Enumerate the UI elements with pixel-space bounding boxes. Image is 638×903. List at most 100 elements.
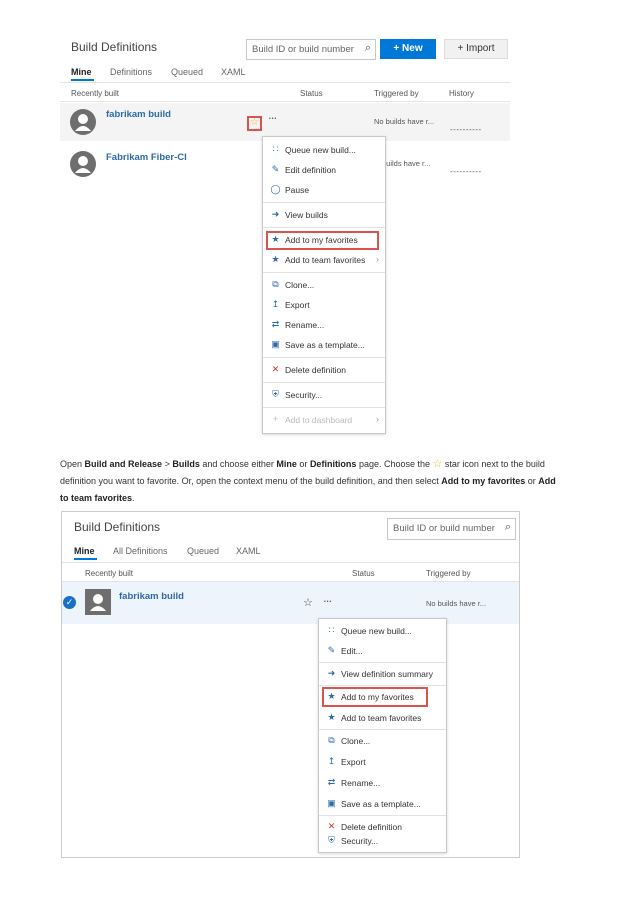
- text: or: [296, 459, 310, 469]
- menu-item-edit-definition[interactable]: ✎ Edit definition: [263, 160, 385, 180]
- menu-label: Queue new build...: [341, 626, 412, 636]
- menu-separator: [263, 382, 385, 383]
- menu-separator: [263, 227, 385, 228]
- text: .: [132, 493, 135, 503]
- menu-item-pause[interactable]: ◯ Pause: [263, 180, 385, 200]
- menu-label: Clone...: [285, 280, 315, 290]
- column-recently-built: Recently built: [71, 89, 120, 98]
- menu-item-security[interactable]: ⛨ Security...: [319, 831, 446, 851]
- build-name-link[interactable]: fabrikam build: [106, 109, 171, 120]
- new-button[interactable]: + New: [380, 39, 436, 59]
- menu-item-save-as-template[interactable]: ▣ Save as a template...: [319, 794, 446, 814]
- column-status[interactable]: Status: [300, 89, 323, 98]
- menu-label: Pause: [285, 185, 310, 195]
- text: or: [525, 476, 539, 486]
- table-row[interactable]: ✓ fabrikam build ☆ ••• No builds have r.…: [62, 582, 519, 624]
- menu-item-rename[interactable]: ⇄ Rename...: [319, 773, 446, 793]
- column-triggered-by[interactable]: Triggered by: [426, 569, 471, 578]
- bold-text: Add to my favorites: [441, 476, 526, 486]
- build-name-link[interactable]: fabrikam build: [119, 591, 184, 602]
- search-placeholder: Build ID or build number: [393, 523, 495, 534]
- star-icon[interactable]: ☆: [250, 117, 259, 128]
- menu-label: Delete definition: [285, 365, 346, 375]
- menu-label: Edit...: [341, 646, 363, 656]
- menu-separator: [319, 685, 446, 686]
- menu-item-save-as-template[interactable]: ▣ Save as a template...: [263, 335, 385, 355]
- plus-icon: +: [457, 43, 467, 54]
- menu-label: Export: [341, 757, 366, 767]
- menu-label: Save as a template...: [285, 340, 365, 350]
- tab-mine[interactable]: Mine: [71, 67, 92, 77]
- search-input[interactable]: Build ID or build number ⌕: [387, 518, 516, 540]
- arrow-circle-icon: ➜: [327, 668, 336, 678]
- menu-label: Add to dashboard: [285, 415, 353, 425]
- queue-icon: ∷: [328, 625, 335, 635]
- menu-label: Security...: [285, 390, 323, 400]
- more-actions-button[interactable]: •••: [324, 599, 332, 605]
- menu-item-export[interactable]: ↥ Export: [263, 295, 385, 315]
- menu-item-edit[interactable]: ✎ Edit...: [319, 641, 446, 661]
- bold-text: Build and Release: [84, 459, 163, 469]
- import-button[interactable]: + Import: [444, 39, 508, 59]
- star-icon: ★: [327, 712, 336, 722]
- search-icon[interactable]: ⌕: [505, 521, 511, 534]
- tab-mine[interactable]: Mine: [74, 546, 95, 556]
- menu-label: Save as a template...: [341, 799, 421, 809]
- star-icon[interactable]: ☆: [303, 596, 313, 609]
- shield-icon: ⛨: [272, 389, 279, 399]
- avatar: [70, 109, 96, 135]
- tab-queued[interactable]: Queued: [171, 67, 203, 77]
- tab-queued[interactable]: Queued: [187, 546, 219, 556]
- clone-icon: ⧉: [328, 735, 335, 745]
- menu-item-add-to-team-favorites[interactable]: ★ Add to team favorites: [319, 708, 446, 728]
- tab-definitions[interactable]: Definitions: [110, 67, 152, 77]
- triggered-by-value: No builds have r...: [426, 599, 487, 608]
- menu-label: Clone...: [341, 736, 371, 746]
- menu-label: Rename...: [285, 320, 325, 330]
- menu-item-clone[interactable]: ⧉ Clone...: [319, 731, 446, 751]
- more-actions-button[interactable]: •••: [269, 116, 277, 122]
- menu-label: Rename...: [341, 778, 381, 788]
- menu-separator: [263, 272, 385, 273]
- search-input[interactable]: Build ID or build number ⌕: [246, 39, 376, 60]
- pause-icon: ◯: [270, 184, 281, 194]
- export-icon: ↥: [271, 299, 280, 309]
- tab-xaml[interactable]: XAML: [221, 67, 246, 77]
- queue-icon: ∷: [272, 144, 279, 154]
- avatar: [70, 151, 96, 177]
- column-status[interactable]: Status: [352, 569, 375, 578]
- template-icon: ▣: [327, 798, 336, 808]
- avatar: [85, 589, 111, 615]
- menu-item-clone[interactable]: ⧉ Clone...: [263, 275, 385, 295]
- column-history[interactable]: History: [449, 89, 474, 98]
- menu-item-queue-new-build[interactable]: ∷ Queue new build...: [263, 140, 385, 160]
- menu-item-add-to-dashboard: + Add to dashboard ›: [263, 410, 385, 430]
- menu-separator: [319, 729, 446, 730]
- search-icon[interactable]: ⌕: [365, 42, 371, 55]
- menu-item-export[interactable]: ↥ Export: [319, 752, 446, 772]
- tab-xaml[interactable]: XAML: [236, 546, 261, 556]
- export-icon: ↥: [327, 756, 336, 766]
- selected-check-icon[interactable]: ✓: [63, 596, 76, 609]
- screenshot-build-definitions-2: Build Definitions Build ID or build numb…: [61, 511, 520, 858]
- highlight-box: [266, 231, 379, 250]
- divider: [60, 101, 510, 102]
- menu-label: View definition summary: [341, 669, 433, 679]
- menu-separator: [319, 815, 446, 816]
- menu-separator: [263, 407, 385, 408]
- menu-item-queue-new-build[interactable]: ∷ Queue new build...: [319, 621, 446, 641]
- menu-item-view-definition-summary[interactable]: ➜ View definition summary: [319, 664, 446, 684]
- arrow-circle-icon: ➜: [271, 209, 280, 219]
- menu-item-security[interactable]: ⛨ Security...: [263, 385, 385, 405]
- menu-item-delete-definition[interactable]: ✕ Delete definition: [263, 360, 385, 380]
- context-menu: ∷ Queue new build... ✎ Edit definition ◯ Pa…: [262, 136, 386, 434]
- menu-item-view-builds[interactable]: ➜ View builds: [263, 205, 385, 225]
- history-value: ----------: [450, 167, 482, 176]
- build-name-link[interactable]: Fabrikam Fiber-CI: [106, 152, 187, 163]
- menu-item-rename[interactable]: ⇄ Rename...: [263, 315, 385, 335]
- column-triggered-by[interactable]: Triggered by: [374, 89, 419, 98]
- text: and choose either: [199, 459, 277, 469]
- context-menu: ∷ Queue new build... ✎ Edit... ➜ View defin…: [318, 618, 447, 853]
- menu-item-add-to-team-favorites[interactable]: ★ Add to team favorites ›: [263, 250, 385, 270]
- tab-all-definitions[interactable]: All Definitions: [113, 546, 168, 556]
